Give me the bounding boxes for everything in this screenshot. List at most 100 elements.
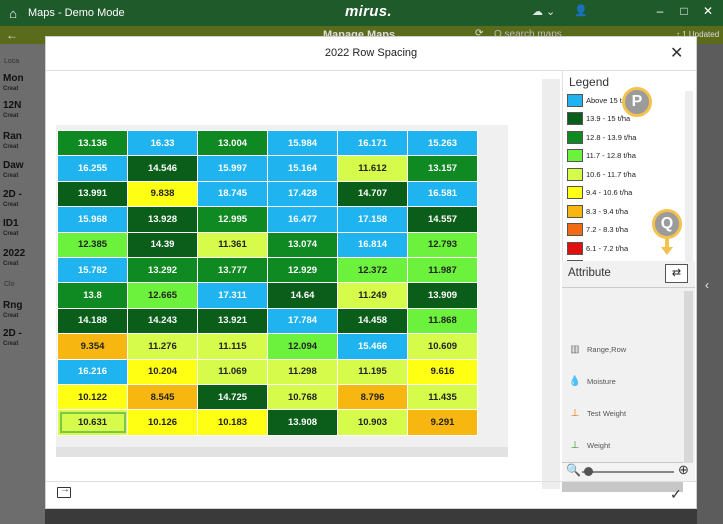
grid-cell[interactable]: 10.609: [407, 333, 478, 360]
zoom-in-icon[interactable]: ⊕: [678, 462, 689, 478]
legend-scrollbar[interactable]: [685, 91, 693, 261]
home-icon[interactable]: ⌂: [2, 6, 24, 21]
grid-cell[interactable]: 14.64: [267, 282, 338, 309]
grid-cell[interactable]: 12.385: [57, 231, 128, 258]
grid-cell[interactable]: 10.122: [57, 383, 128, 411]
grid-cell[interactable]: 15.968: [57, 206, 128, 233]
confirm-check-icon[interactable]: ✓: [670, 486, 682, 503]
attribute-label: Test Weight: [587, 408, 627, 418]
grid-cell[interactable]: 11.361: [197, 231, 268, 258]
grid-cell[interactable]: 9.354: [57, 333, 128, 360]
grid-cell[interactable]: 14.458: [337, 307, 408, 335]
attribute-scrollbar[interactable]: [684, 291, 693, 463]
grid-cell[interactable]: 18.745: [197, 180, 268, 208]
grid-cell[interactable]: 16.581: [407, 180, 478, 208]
vertical-scrollbar[interactable]: [542, 79, 560, 489]
grid-cell[interactable]: 11.612: [337, 155, 408, 182]
grid-cell[interactable]: 13.908: [267, 409, 338, 436]
grid-cell[interactable]: 16.814: [337, 231, 408, 258]
grid-cell[interactable]: 12.094: [267, 333, 338, 360]
map-modal: 2022 Row Spacing ✕ 13.136 16.33 13.004 15.9…: [45, 36, 697, 509]
grid-cell[interactable]: 17.428: [267, 180, 338, 208]
grid-cell[interactable]: 14.557: [407, 206, 478, 233]
user-icon[interactable]: 👤: [574, 4, 588, 17]
minimize-button[interactable]: –: [650, 4, 670, 18]
grid-cell[interactable]: 11.069: [197, 358, 268, 385]
grid-cell[interactable]: 8.545: [127, 383, 198, 411]
legend-item: 10.6 - 11.7 t/ha: [567, 165, 685, 184]
grid-cell[interactable]: 13.928: [127, 206, 198, 233]
grid-cell[interactable]: 13.991: [57, 180, 128, 208]
grid-cell[interactable]: 15.984: [267, 129, 338, 157]
grid-cell[interactable]: 13.074: [267, 231, 338, 258]
window-close-button[interactable]: ✕: [698, 4, 718, 18]
zoom-out-icon[interactable]: 🔍: [566, 463, 581, 477]
grid-cell[interactable]: 11.868: [407, 307, 478, 335]
close-icon[interactable]: ✕: [670, 43, 683, 63]
grid-cell[interactable]: 13.157: [407, 155, 478, 182]
grid-cell[interactable]: 13.777: [197, 256, 268, 284]
grid-cell[interactable]: 10.183: [197, 409, 268, 436]
grid-cell[interactable]: 12.995: [197, 206, 268, 233]
grid-cell[interactable]: 11.987: [407, 256, 478, 284]
attribute-filter-button[interactable]: ⇄: [665, 264, 688, 283]
attribute-item-weight[interactable]: ⊥ Weight: [562, 430, 683, 460]
grid-cell[interactable]: 13.292: [127, 256, 198, 284]
grid-cell[interactable]: 12.372: [337, 256, 408, 284]
grid-cell[interactable]: 8.796: [337, 383, 408, 411]
grid-cell[interactable]: 13.136: [57, 129, 128, 157]
grid-cell[interactable]: 15.997: [197, 155, 268, 182]
grid-cell[interactable]: 16.216: [57, 358, 128, 385]
grid-cell[interactable]: 16.171: [337, 129, 408, 157]
grid-cell[interactable]: 10.204: [127, 358, 198, 385]
legend-label: 7.2 - 8.3 t/ha: [586, 225, 629, 235]
grid-cell[interactable]: 12.665: [127, 282, 198, 309]
grid-cell[interactable]: 11.249: [337, 282, 408, 309]
grid-cell[interactable]: 16.477: [267, 206, 338, 233]
grid-cell[interactable]: 10.126: [127, 409, 198, 436]
grid-cell[interactable]: 15.782: [57, 256, 128, 284]
attribute-item-moisture[interactable]: 💧 Moisture: [562, 366, 683, 396]
grid-cell[interactable]: 17.311: [197, 282, 268, 309]
attribute-item-test-weight[interactable]: ⊥ Test Weight: [562, 398, 683, 428]
grid-cell[interactable]: 11.276: [127, 333, 198, 360]
grid-cell[interactable]: 12.929: [267, 256, 338, 284]
grid-cell[interactable]: 15.164: [267, 155, 338, 182]
list-item: 12N Creat: [3, 100, 22, 120]
horizontal-scrollbar[interactable]: [56, 447, 508, 457]
grid-cell[interactable]: 17.158: [337, 206, 408, 233]
grid-cell[interactable]: 13.921: [197, 307, 268, 335]
zoom-slider-track[interactable]: [582, 471, 674, 473]
grid-cell[interactable]: 13.909: [407, 282, 478, 309]
grid-cell[interactable]: 15.263: [407, 129, 478, 157]
grid-cell[interactable]: 10.768: [267, 383, 338, 411]
grid-cell[interactable]: 10.631: [57, 409, 128, 436]
grid-cell[interactable]: 16.255: [57, 155, 128, 182]
grid-cell[interactable]: 14.546: [127, 155, 198, 182]
maximize-button[interactable]: □: [674, 4, 694, 18]
grid-cell[interactable]: 12.793: [407, 231, 478, 258]
grid-cell[interactable]: 13.004: [197, 129, 268, 157]
grid-cell[interactable]: 11.195: [337, 358, 408, 385]
export-icon[interactable]: →: [57, 484, 71, 498]
grid-cell[interactable]: 14.188: [57, 307, 128, 335]
grid-cell[interactable]: 11.298: [267, 358, 338, 385]
grid-cell[interactable]: 13.8: [57, 282, 128, 309]
zoom-slider-handle[interactable]: [584, 467, 593, 476]
grid-cell[interactable]: 9.838: [127, 180, 198, 208]
grid-cell[interactable]: 9.616: [407, 358, 478, 385]
grid-cell[interactable]: 15.466: [337, 333, 408, 360]
grid-cell[interactable]: 14.39: [127, 231, 198, 258]
grid-cell[interactable]: 10.903: [337, 409, 408, 436]
grid-cell[interactable]: 14.725: [197, 383, 268, 411]
grid-cell[interactable]: 11.115: [197, 333, 268, 360]
grid-cell[interactable]: 11.435: [407, 383, 478, 411]
grid-cell[interactable]: 14.707: [337, 180, 408, 208]
attribute-item-range-row[interactable]: ▥ Range,Row: [562, 334, 683, 364]
grid-cell[interactable]: 9.291: [407, 409, 478, 436]
grid-cell[interactable]: 14.243: [127, 307, 198, 335]
cloud-status-icon[interactable]: ☁ ⌄: [532, 5, 555, 18]
legend-item: 11.7 - 12.8 t/ha: [567, 147, 685, 166]
grid-cell[interactable]: 16.33: [127, 129, 198, 157]
grid-cell[interactable]: 17.784: [267, 307, 338, 335]
